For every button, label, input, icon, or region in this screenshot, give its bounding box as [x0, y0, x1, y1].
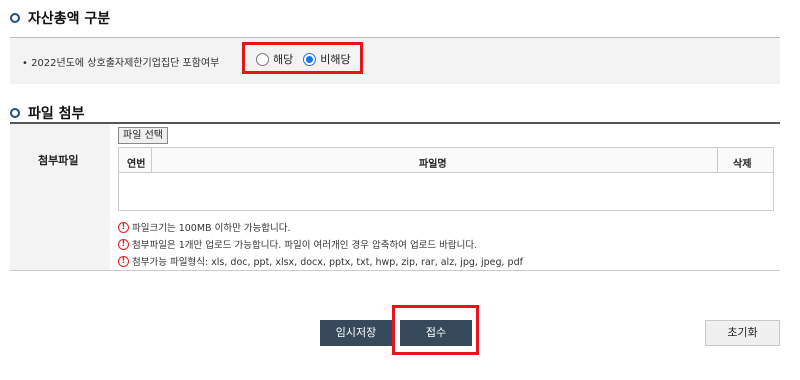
file-row-label: 첨부파일	[38, 154, 79, 167]
temp-save-button[interactable]: 임시저장	[320, 320, 392, 346]
note-file-types: ! 첨부가능 파일형식: xls, doc, ppt, xlsx, docx, …	[118, 254, 523, 268]
note-file-size-text: 파일크기는 100MB 이하만 가능합니다.	[132, 223, 291, 234]
col-header-number: 연번	[127, 159, 146, 170]
warning-icon: !	[118, 238, 129, 250]
warning-icon: !	[118, 221, 129, 233]
section-bullet-icon	[10, 13, 20, 23]
file-row-header	[10, 124, 110, 270]
section-bullet-icon	[10, 108, 20, 118]
reset-button[interactable]: 초기화	[705, 320, 780, 346]
file-section-bottom-line	[10, 270, 780, 271]
col-divider	[717, 148, 718, 172]
file-select-button[interactable]: 파일 선택	[118, 127, 168, 144]
col-header-filename: 파일명	[419, 159, 447, 170]
section-asset-title-text: 자산총액 구분	[28, 11, 111, 27]
radio-applicable-label[interactable]: 해당	[273, 51, 293, 67]
section-asset-title: 자산총액 구분	[10, 8, 110, 28]
note-file-count-text: 첨부파일은 1개만 업로드 가능합니다. 파일이 여러개인 경우 압축하여 업로…	[132, 240, 478, 251]
asset-radio-group: 해당 비해당	[256, 51, 351, 67]
file-section-divider	[10, 122, 780, 124]
asset-question-text: • 2022년도에 상호출자제한기업집단 포함여부	[22, 58, 220, 69]
radio-not-applicable-label[interactable]: 비해당	[320, 51, 350, 67]
file-table-header: 연번 파일명 삭제	[118, 147, 774, 173]
note-file-count: ! 첨부파일은 1개만 업로드 가능합니다. 파일이 여러개인 경우 압축하여 …	[118, 237, 477, 251]
section-file-title-text: 파일 첨부	[28, 106, 85, 122]
asset-question-panel: • 2022년도에 상호출자제한기업집단 포함여부	[10, 37, 780, 84]
radio-applicable[interactable]	[256, 52, 269, 66]
col-divider	[151, 148, 152, 172]
submit-button[interactable]: 접수	[400, 320, 472, 346]
note-file-size: ! 파일크기는 100MB 이하만 가능합니다.	[118, 220, 291, 234]
radio-not-applicable[interactable]	[303, 52, 317, 66]
file-table-body[interactable]	[118, 173, 774, 211]
note-file-types-text: 첨부가능 파일형식: xls, doc, ppt, xlsx, docx, pp…	[132, 257, 523, 268]
warning-icon: !	[118, 255, 129, 267]
section-file-title: 파일 첨부	[10, 103, 84, 123]
col-header-delete: 삭제	[733, 159, 752, 170]
